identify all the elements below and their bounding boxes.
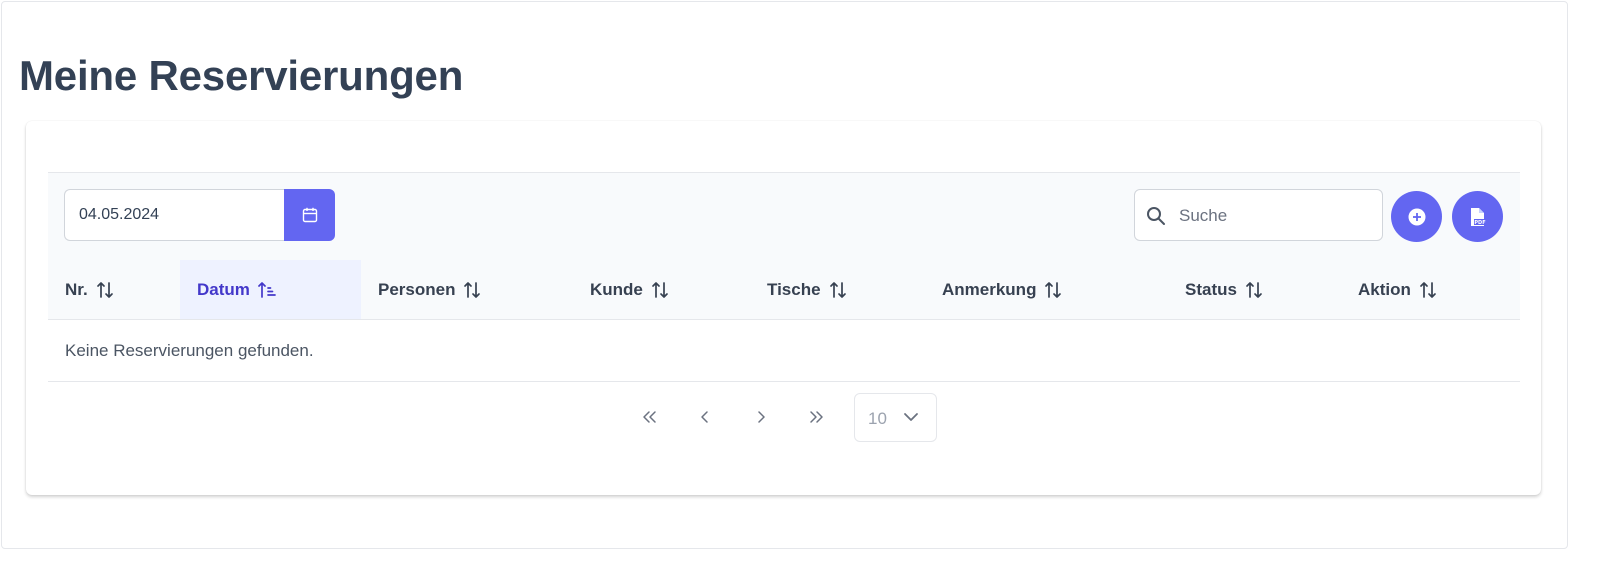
column-header-label: Nr. <box>65 279 88 299</box>
sort-ascending-icon <box>258 281 276 299</box>
chevron-left-icon <box>701 411 708 423</box>
column-header-datum[interactable]: Datum <box>180 260 361 319</box>
calendar-button[interactable] <box>284 189 335 241</box>
column-header-kunde[interactable]: Kunde <box>590 260 669 319</box>
chevron-right-icon <box>758 411 765 423</box>
empty-table-row: Keine Reservierungen gefunden. <box>48 320 1520 382</box>
date-input[interactable] <box>64 189 284 241</box>
column-header-label: Anmerkung <box>942 279 1037 299</box>
rows-per-page-value: 10 <box>868 409 887 428</box>
export-pdf-button[interactable]: PDF <box>1452 191 1503 242</box>
page-title: Meine Reservierungen <box>19 52 464 99</box>
column-header-aktion[interactable]: Aktion <box>1358 260 1437 319</box>
search-box <box>1134 189 1383 242</box>
column-header-label: Aktion <box>1358 279 1411 299</box>
column-header-nr[interactable]: Nr. <box>65 260 114 319</box>
sort-icon <box>1419 281 1437 299</box>
sort-icon <box>651 281 669 299</box>
empty-message: Keine Reservierungen gefunden. <box>65 341 314 360</box>
search-input[interactable] <box>1177 190 1381 242</box>
column-header-label: Datum <box>197 279 250 299</box>
column-header-anmerkung[interactable]: Anmerkung <box>942 260 1062 319</box>
sort-icon <box>829 281 847 299</box>
svg-text:PDF: PDF <box>1474 220 1485 226</box>
plus-circle-icon <box>1408 208 1425 225</box>
sort-icon <box>463 281 481 299</box>
column-header-label: Status <box>1185 279 1237 299</box>
rows-per-page-dropdown[interactable]: 10 <box>854 393 937 442</box>
sort-icon <box>96 281 114 299</box>
sort-icon <box>1044 281 1062 299</box>
previous-page-button[interactable] <box>683 397 727 437</box>
column-header-personen[interactable]: Personen <box>378 260 481 319</box>
pdf-file-icon: PDF <box>1470 207 1486 226</box>
column-header-label: Kunde <box>590 279 643 299</box>
column-header-label: Personen <box>378 279 456 299</box>
table-toolbar: PDF <box>48 172 1520 261</box>
last-page-button[interactable] <box>794 397 838 437</box>
column-header-status[interactable]: Status <box>1185 260 1263 319</box>
add-reservation-button[interactable] <box>1391 191 1442 242</box>
calendar-icon <box>302 207 317 223</box>
chevron-down-icon <box>904 413 918 421</box>
chevrons-left-icon <box>643 411 656 423</box>
table-header: Nr. Datum Personen Kunde Tische Anmerkun… <box>48 260 1520 320</box>
next-page-button[interactable] <box>739 397 783 437</box>
first-page-button[interactable] <box>628 397 672 437</box>
column-header-label: Tische <box>767 279 821 299</box>
column-header-tische[interactable]: Tische <box>767 260 847 319</box>
sort-icon <box>1245 281 1263 299</box>
search-icon <box>1147 207 1165 225</box>
chevrons-right-icon <box>810 411 823 423</box>
